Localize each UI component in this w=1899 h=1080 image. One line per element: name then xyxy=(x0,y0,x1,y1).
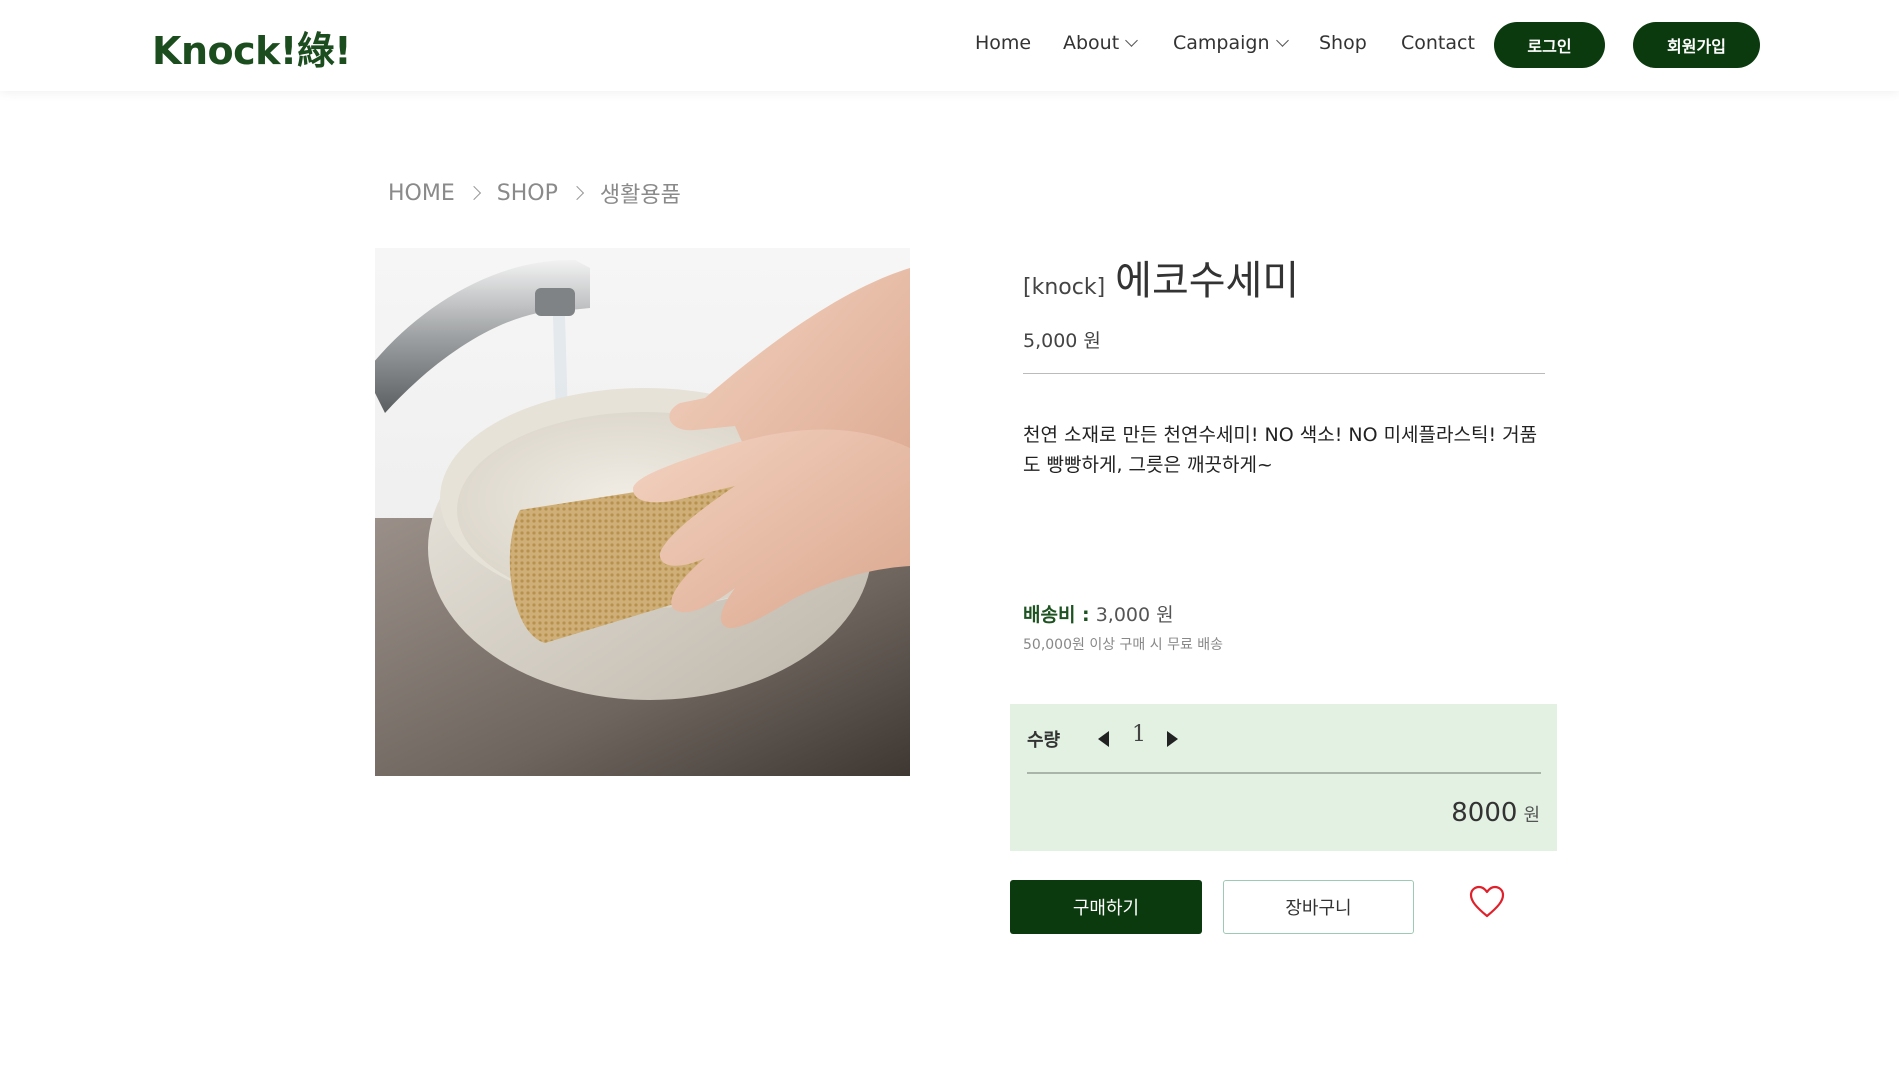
quantity-label: 수량 xyxy=(1027,730,1061,751)
product-description: 천연 소재로 만든 천연수세미! NO 색소! NO 미세플라스틱! 거품도 빵… xyxy=(1023,424,1538,476)
total-amount: 8000 xyxy=(1451,798,1518,828)
total-price: 8000 원 xyxy=(1451,798,1540,828)
product-image xyxy=(375,248,910,776)
shipping-value: 3,000 원 xyxy=(1095,604,1174,626)
product-price: 5,000 원 xyxy=(1023,330,1101,352)
product-title: 에코수세미 xyxy=(1115,258,1300,304)
nav-contact-label: Contact xyxy=(1401,32,1475,54)
total-unit: 원 xyxy=(1523,805,1540,826)
main-nav: Home About Campaign Shop Contact xyxy=(0,0,1899,91)
quantity-value: 1 xyxy=(1132,722,1146,747)
nav-campaign[interactable]: Campaign xyxy=(1173,32,1289,54)
shipping-label: 배송비 : xyxy=(1023,604,1090,626)
chevron-right-icon xyxy=(466,185,481,201)
nav-contact[interactable]: Contact xyxy=(1401,32,1475,54)
nav-home[interactable]: Home xyxy=(975,32,1031,54)
shipping-info: 배송비 : 3,000 원 xyxy=(1023,600,1174,627)
triangle-right-icon[interactable] xyxy=(1167,731,1178,747)
product-title-row: [knock] 에코수세미 xyxy=(1023,248,1299,306)
cart-button[interactable]: 장바구니 xyxy=(1223,880,1414,934)
nav-about[interactable]: About xyxy=(1063,32,1139,54)
nav-campaign-label: Campaign xyxy=(1173,32,1270,54)
shipping-note: 50,000원 이상 구매 시 무료 배송 xyxy=(1023,637,1224,653)
buy-button[interactable]: 구매하기 xyxy=(1010,880,1202,934)
nav-home-label: Home xyxy=(975,32,1032,54)
chevron-down-icon xyxy=(1125,34,1139,47)
breadcrumb: HOME SHOP 생활용품 xyxy=(388,177,681,209)
breadcrumb-shop[interactable]: SHOP xyxy=(497,181,558,206)
divider xyxy=(1023,373,1545,374)
login-button[interactable]: 로그인 xyxy=(1494,22,1605,68)
heart-icon[interactable] xyxy=(1468,884,1506,920)
nav-about-label: About xyxy=(1063,32,1120,54)
signup-button[interactable]: 회원가입 xyxy=(1633,22,1760,68)
chevron-right-icon xyxy=(569,185,584,201)
product-brand: [knock] xyxy=(1023,275,1106,300)
site-header: Knock!綠! Home About Campaign Shop Contac… xyxy=(0,0,1899,91)
quantity-divider xyxy=(1027,772,1541,774)
triangle-left-icon[interactable] xyxy=(1098,731,1109,747)
chevron-down-icon xyxy=(1275,34,1289,47)
nav-shop-label: Shop xyxy=(1319,32,1367,54)
nav-shop[interactable]: Shop xyxy=(1319,32,1367,54)
breadcrumb-category[interactable]: 생활용품 xyxy=(600,177,681,209)
breadcrumb-home[interactable]: HOME xyxy=(388,181,455,206)
quantity-box: 수량 1 8000 원 xyxy=(1010,704,1557,851)
